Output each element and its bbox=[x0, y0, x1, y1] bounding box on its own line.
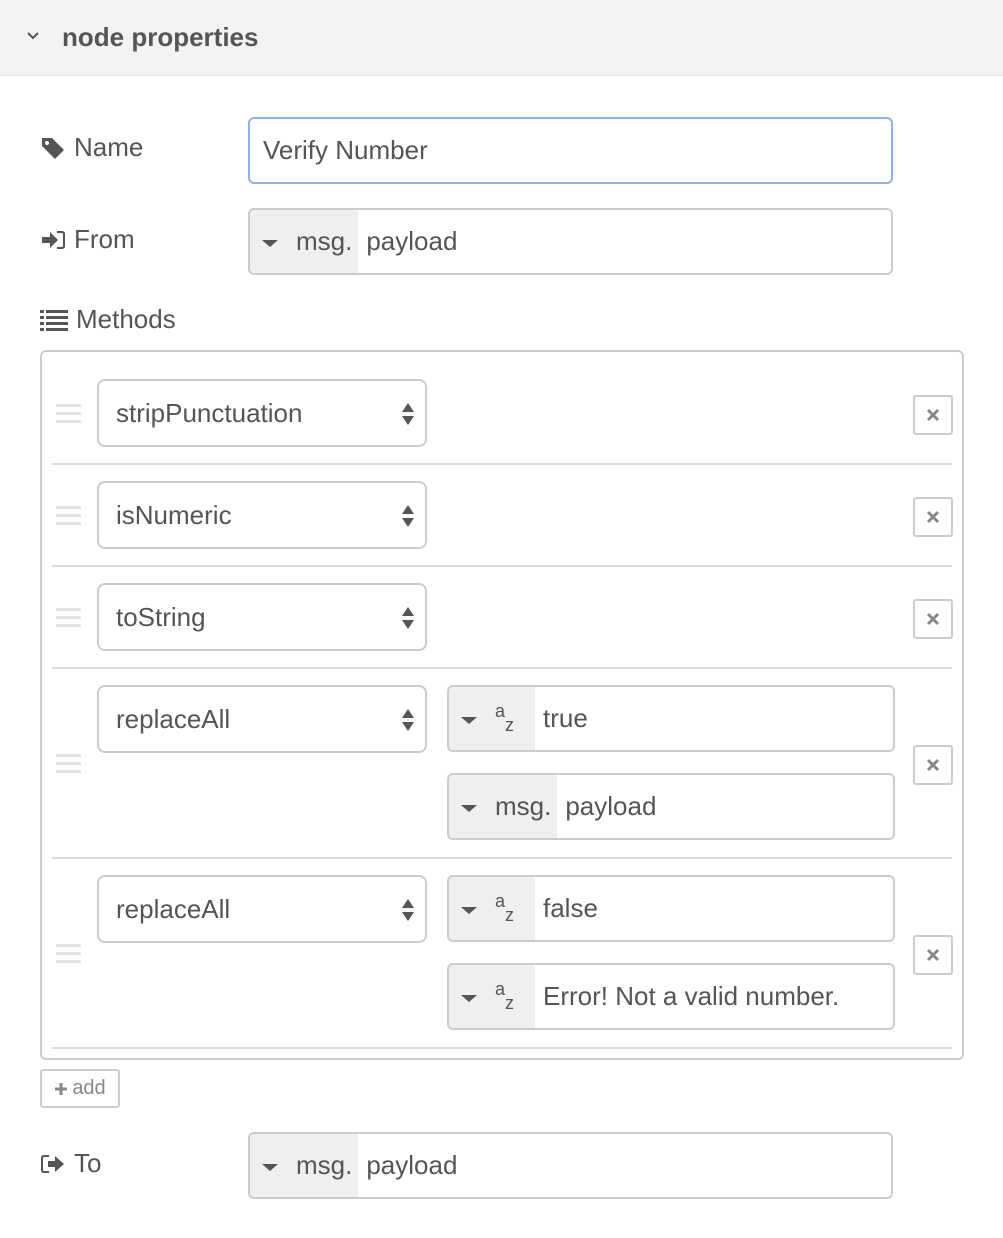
from-label-text: From bbox=[74, 224, 135, 254]
select-arrows-icon bbox=[402, 403, 414, 425]
close-icon bbox=[926, 510, 940, 524]
row-divider bbox=[52, 565, 952, 567]
string-type-icon: az bbox=[495, 700, 514, 735]
methods-label-text: Methods bbox=[76, 304, 176, 334]
list-icon bbox=[40, 309, 68, 331]
row-divider bbox=[52, 667, 952, 669]
remove-method-button[interactable] bbox=[913, 745, 953, 785]
arg-type-select[interactable]: msg. bbox=[449, 775, 558, 838]
remove-method-button[interactable] bbox=[913, 935, 953, 975]
from-typed-input[interactable]: msg. payload bbox=[248, 208, 893, 275]
method-select-value: isNumeric bbox=[116, 500, 232, 530]
row-divider bbox=[52, 463, 952, 465]
type-prefix: msg. bbox=[296, 1150, 353, 1180]
caret-down-icon bbox=[461, 907, 477, 914]
arg-type-select[interactable]: az bbox=[449, 877, 535, 940]
select-arrows-icon bbox=[402, 607, 414, 629]
name-label-text: Name bbox=[74, 132, 144, 162]
close-icon bbox=[926, 948, 940, 962]
select-arrows-icon bbox=[402, 899, 414, 921]
from-value[interactable]: payload bbox=[358, 210, 457, 273]
caret-down-icon bbox=[262, 240, 278, 247]
section-header[interactable]: node properties bbox=[0, 0, 1003, 76]
caret-down-icon bbox=[461, 717, 477, 724]
row-divider bbox=[52, 857, 952, 859]
method-select-value: replaceAll bbox=[116, 704, 231, 734]
select-arrows-icon bbox=[402, 505, 414, 527]
to-value[interactable]: payload bbox=[358, 1134, 457, 1197]
close-icon bbox=[926, 612, 940, 626]
from-label: From bbox=[40, 224, 135, 255]
method-select[interactable]: replaceAll bbox=[97, 875, 427, 943]
arg-type-select[interactable]: az bbox=[449, 687, 535, 750]
arg-value[interactable]: false bbox=[535, 877, 598, 940]
remove-method-button[interactable] bbox=[913, 497, 953, 537]
plus-icon bbox=[55, 1082, 68, 1095]
from-type-select[interactable]: msg. bbox=[250, 210, 359, 273]
sign-in-icon bbox=[42, 230, 65, 249]
method-select[interactable]: stripPunctuation bbox=[97, 379, 427, 447]
method-select-value: toString bbox=[116, 602, 206, 632]
method-select[interactable]: isNumeric bbox=[97, 481, 427, 549]
drag-handle-icon[interactable] bbox=[56, 506, 81, 530]
add-button-label: add bbox=[72, 1077, 106, 1099]
methods-label: Methods bbox=[40, 304, 176, 335]
to-label-text: To bbox=[74, 1148, 102, 1178]
string-type-icon: az bbox=[495, 978, 514, 1013]
drag-handle-icon[interactable] bbox=[56, 404, 81, 428]
tag-icon bbox=[42, 137, 64, 159]
arg-value[interactable]: payload bbox=[557, 775, 656, 838]
string-type-icon: az bbox=[495, 890, 514, 925]
caret-down-icon bbox=[262, 1164, 278, 1171]
method-select-value: replaceAll bbox=[116, 894, 231, 924]
drag-handle-icon[interactable] bbox=[56, 754, 81, 778]
method-select[interactable]: toString bbox=[97, 583, 427, 651]
section-title: node properties bbox=[62, 22, 259, 52]
drag-handle-icon[interactable] bbox=[56, 944, 81, 968]
method-select[interactable]: replaceAll bbox=[97, 685, 427, 753]
arg-value[interactable]: Error! Not a valid number. bbox=[535, 965, 839, 1028]
methods-list: stripPunctuation isNumeric toString repl… bbox=[40, 350, 964, 1060]
chevron-down-icon[interactable] bbox=[25, 28, 41, 44]
caret-down-icon bbox=[461, 805, 477, 812]
name-label: Name bbox=[40, 132, 143, 163]
method-arg-input[interactable]: az Error! Not a valid number. bbox=[447, 963, 895, 1030]
caret-down-icon bbox=[461, 995, 477, 1002]
remove-method-button[interactable] bbox=[913, 395, 953, 435]
method-arg-input[interactable]: msg. payload bbox=[447, 773, 895, 840]
close-icon bbox=[926, 408, 940, 422]
name-input[interactable]: Verify Number bbox=[248, 117, 893, 184]
method-select-value: stripPunctuation bbox=[116, 398, 303, 428]
to-label: To bbox=[40, 1148, 101, 1179]
to-typed-input[interactable]: msg. payload bbox=[248, 1132, 893, 1199]
arg-type-select[interactable]: az bbox=[449, 965, 535, 1028]
type-prefix: msg. bbox=[495, 791, 552, 821]
arg-value[interactable]: true bbox=[535, 687, 588, 750]
sign-out-icon bbox=[41, 1154, 64, 1173]
method-arg-input[interactable]: az false bbox=[447, 875, 895, 942]
method-arg-input[interactable]: az true bbox=[447, 685, 895, 752]
type-prefix: msg. bbox=[296, 226, 353, 256]
remove-method-button[interactable] bbox=[913, 599, 953, 639]
add-method-button[interactable]: add bbox=[40, 1069, 120, 1108]
to-type-select[interactable]: msg. bbox=[250, 1134, 359, 1197]
select-arrows-icon bbox=[402, 709, 414, 731]
drag-handle-icon[interactable] bbox=[56, 608, 81, 632]
close-icon bbox=[926, 758, 940, 772]
row-divider bbox=[52, 1047, 952, 1049]
